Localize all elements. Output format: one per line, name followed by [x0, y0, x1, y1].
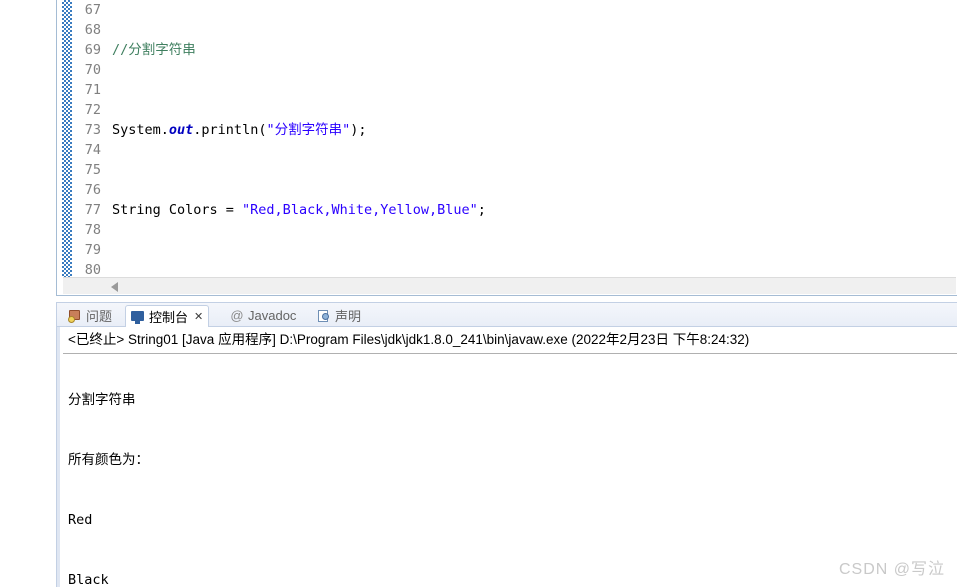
- line-number: 73: [84, 122, 101, 138]
- problems-icon: [68, 309, 82, 323]
- line-number: 69: [84, 42, 101, 58]
- line-number: 67: [84, 2, 101, 18]
- code-token: );: [350, 122, 367, 138]
- code-editor-pane: 67 68 69 70 71 72 73 74 75 76 77 78 79 8…: [0, 0, 957, 296]
- code-token: String Colors =: [112, 202, 243, 218]
- editor-horizontal-scrollbar[interactable]: [63, 277, 956, 294]
- scroll-left-arrow-icon[interactable]: [108, 280, 121, 293]
- at-icon: @: [230, 307, 244, 323]
- console-panel: 问题 控制台 ✕ @ Javadoc 声明 <已终止> String01 [Ja…: [56, 302, 957, 587]
- line-number-gutter: 67 68 69 70 71 72 73 74 75 76 77 78 79 8…: [72, 0, 106, 278]
- line-number: 75: [84, 162, 101, 178]
- comment-token: //分割字符串: [112, 42, 196, 58]
- tab-console-label: 控制台: [149, 310, 189, 325]
- code-token: ;: [477, 202, 486, 218]
- line-number: 70: [84, 62, 101, 78]
- tab-problems[interactable]: 问题: [63, 304, 117, 327]
- line-number: 76: [84, 182, 101, 198]
- tab-declaration[interactable]: 声明: [312, 304, 366, 327]
- tab-javadoc-label: Javadoc: [248, 308, 297, 323]
- tab-javadoc[interactable]: @ Javadoc: [225, 304, 301, 327]
- watermark: CSDN @写泣: [838, 561, 945, 578]
- line-number: 68: [84, 22, 101, 38]
- tab-console[interactable]: 控制台 ✕: [125, 305, 210, 328]
- console-output-area[interactable]: <已终止> String01 [Java 应用程序] D:\Program Fi…: [57, 327, 957, 587]
- code-line: System.out.println("分割字符串");: [112, 120, 957, 140]
- console-line: Black: [68, 572, 109, 587]
- code-token: System.: [112, 122, 169, 138]
- console-tabbar: 问题 控制台 ✕ @ Javadoc 声明: [57, 303, 957, 328]
- static-field-token: out: [168, 122, 194, 138]
- status-divider: [63, 353, 957, 354]
- change-bar-ruler[interactable]: [62, 0, 72, 277]
- line-number: 74: [84, 142, 101, 158]
- code-token: .println(: [193, 122, 267, 138]
- console-launch-status: <已终止> String01 [Java 应用程序] D:\Program Fi…: [68, 332, 750, 347]
- console-left-margin: [0, 296, 56, 587]
- line-number: 78: [84, 222, 101, 238]
- console-icon: [131, 310, 145, 324]
- string-token: "分割字符串": [266, 122, 351, 138]
- declaration-icon: [317, 309, 331, 323]
- editor-left-margin: [0, 0, 56, 296]
- console-text: 分割字符串 所有颜色为： Red Black White Yellow Blue…: [60, 350, 957, 587]
- code-line: //分割字符串: [112, 40, 957, 60]
- code-line: String Colors = "Red,Black,White,Yellow,…: [112, 200, 957, 220]
- line-number: 71: [84, 82, 101, 98]
- code-text-area[interactable]: //分割字符串 System.out.println("分割字符串"); Str…: [112, 0, 957, 277]
- console-line: 所有颜色为：: [68, 452, 149, 468]
- console-line: 分割字符串: [68, 392, 136, 408]
- line-number: 79: [84, 242, 101, 258]
- line-number: 72: [84, 102, 101, 118]
- string-token: "Red,Black,White,Yellow,Blue": [242, 202, 478, 218]
- line-number: 77: [84, 202, 101, 218]
- tab-problems-label: 问题: [86, 309, 113, 324]
- tab-declaration-label: 声明: [335, 309, 362, 324]
- console-line: Red: [68, 512, 93, 528]
- close-icon[interactable]: ✕: [194, 310, 203, 323]
